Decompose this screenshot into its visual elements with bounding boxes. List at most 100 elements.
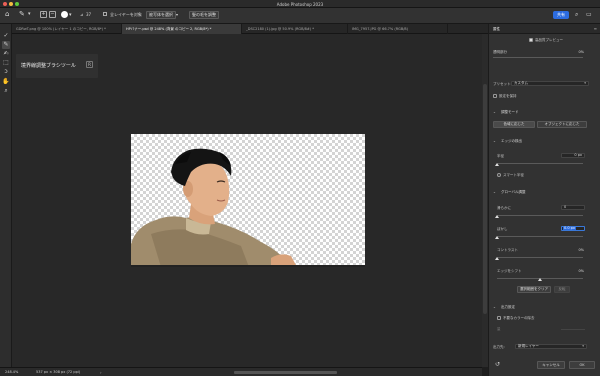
decontaminate-checkbox[interactable] (497, 316, 501, 320)
smooth-slider-knob[interactable] (495, 215, 499, 218)
radius-field[interactable]: 0 px (561, 153, 585, 158)
mode-section-chevron-icon[interactable]: ⌄ (493, 110, 496, 114)
edge-section-header: エッジの検出 (501, 139, 522, 143)
brush-size-chevron-icon[interactable]: ▾ (69, 12, 72, 18)
opacity-label: 透明部分 (493, 50, 507, 54)
panel-tab-properties[interactable]: 属性 (493, 27, 500, 32)
feather-slider-knob[interactable] (495, 236, 499, 239)
object-selection-icon[interactable]: ⬚ (2, 59, 10, 67)
preset-value: カスタム (514, 81, 528, 85)
select-subject-chevron-icon[interactable]: ▾ (176, 12, 178, 17)
amount-slider[interactable] (561, 329, 585, 330)
contrast-slider-knob[interactable] (495, 257, 499, 260)
options-bar: ⌂ ✎ ▾ + − ▾ ⊿ 37 全レイヤーを対象 被写体を選択 ▾ 髪の毛を調… (0, 8, 600, 24)
workspace-icon[interactable]: ▭ (586, 11, 592, 18)
shift-edge-label: エッジをシフト (497, 269, 522, 273)
invert-button[interactable]: 反転 (554, 286, 570, 293)
feather-label: ぼかし (497, 227, 508, 231)
panel-menu-icon[interactable]: ≡ (594, 26, 597, 31)
document-size: 537 px × 308 px (72 ppi) (36, 370, 81, 374)
feather-slider[interactable] (497, 236, 583, 237)
brush-preview-icon[interactable] (61, 11, 68, 18)
brush-size-value[interactable]: 37 (86, 12, 91, 17)
contrast-value[interactable]: 0% (578, 248, 584, 252)
shift-edge-slider-knob[interactable] (538, 278, 542, 281)
clear-selection-button[interactable]: 選択範囲をクリア (517, 286, 551, 293)
status-chevron-icon[interactable]: › (100, 371, 106, 375)
smooth-value: 0 (564, 205, 567, 209)
opacity-slider[interactable] (493, 57, 583, 58)
preset-label: プリセット: (493, 82, 512, 86)
tab-document-3[interactable]: _DSC2180 (1).jpg @ 50.9% (RGB/8#) * (242, 24, 348, 34)
vertical-scroll-thumb[interactable] (483, 84, 487, 314)
sample-all-layers-checkbox[interactable] (103, 12, 107, 16)
chevron-down-icon: ▾ (584, 81, 586, 85)
global-section-header: グローバル調整 (501, 190, 526, 194)
hand-icon[interactable]: ✋ (2, 78, 10, 86)
select-subject-button[interactable]: 被写体を選択 (146, 11, 176, 19)
document-canvas[interactable] (131, 134, 365, 267)
brush-icon[interactable]: ✍ (2, 50, 10, 58)
smart-radius-checkbox[interactable] (497, 173, 501, 177)
smooth-label: 滑らかに (497, 206, 511, 210)
radius-slider[interactable] (497, 163, 583, 164)
zoom-level[interactable]: 248.4% (5, 370, 18, 374)
feather-field[interactable]: 0.0 px (561, 226, 585, 231)
mode-color-button[interactable]: 色域に応じた (493, 121, 535, 128)
contrast-label: コントラスト (497, 248, 518, 252)
global-section-chevron-icon[interactable]: ⌄ (493, 190, 496, 194)
chevron-down-icon[interactable]: ▾ (28, 11, 31, 17)
cancel-button[interactable]: キャンセル (537, 361, 565, 369)
tool-tip-shortcut: R (86, 61, 93, 68)
output-section-header: 出力設定 (501, 305, 515, 309)
hq-preview-checkbox[interactable] (529, 38, 533, 42)
output-section-chevron-icon[interactable]: ⌄ (493, 305, 496, 309)
add-to-selection-icon[interactable]: + (40, 11, 47, 18)
shift-edge-value[interactable]: 0% (578, 269, 584, 273)
preset-dropdown[interactable]: カスタム ▾ (511, 81, 589, 86)
tool-tip-popup: 境界線調整ブラシツール R (16, 54, 98, 78)
lasso-icon[interactable]: ↄ (2, 68, 10, 76)
tab-document-1[interactable]: GDRwT.png @ 100% (レイヤー 1 のコピー, RGB/8*) * (12, 24, 122, 34)
ok-button[interactable]: OK (569, 361, 595, 369)
reset-icon[interactable]: ↺ (495, 361, 500, 368)
tab-document-4[interactable]: IMG_7957.JPG @ 66.7% (RGB/8) (348, 24, 448, 34)
properties-panel: 属性 ≡ 高品質プレビュー 透明部分 0% プリセット: カスタム ▾ 設定を保… (488, 24, 600, 376)
horizontal-scroll-thumb[interactable] (234, 371, 337, 374)
zoom-icon[interactable]: ⌕ (2, 87, 10, 95)
output-to-label: 出力先: (493, 345, 505, 349)
refine-hair-button[interactable]: 髪の毛を調整 (189, 11, 219, 19)
radius-slider-knob[interactable] (495, 163, 499, 166)
chevron-down-icon: ▾ (582, 344, 584, 348)
mode-object-button[interactable]: オブジェクトに応じた (537, 121, 587, 128)
brush-tool-icon[interactable]: ✎ (19, 10, 25, 18)
subtract-from-selection-icon[interactable]: − (49, 11, 56, 18)
refine-edge-brush-icon[interactable]: ✎ (2, 41, 10, 49)
radius-value: 0 px (574, 153, 582, 157)
search-icon[interactable]: ⌕ (575, 11, 578, 19)
contrast-slider[interactable] (497, 257, 583, 258)
opacity-value[interactable]: 0% (578, 50, 584, 54)
tools-panel: ✓ ✎ ✍ ⬚ ↄ ✋ ⌕ (0, 24, 12, 368)
share-button[interactable]: 共有 (553, 11, 569, 19)
title-bar: Adobe Photoshop 2023 (0, 0, 600, 8)
radius-label: 半径 (497, 154, 504, 158)
hq-preview-label: 高品質プレビュー (535, 38, 563, 42)
home-icon[interactable]: ⌂ (5, 10, 9, 18)
smooth-slider[interactable] (497, 215, 583, 216)
decontaminate-label: 不要なカラーの除去 (503, 316, 535, 320)
smooth-field[interactable]: 0 (561, 205, 585, 210)
quick-selection-icon[interactable]: ✓ (2, 32, 10, 40)
smart-radius-label: スマート半径 (503, 173, 524, 177)
status-bar: 248.4% 537 px × 308 px (72 ppi) › (0, 367, 482, 376)
sample-all-layers-label: 全レイヤーを対象 (110, 12, 142, 17)
output-to-dropdown[interactable]: 新規レイヤー ▾ (515, 344, 587, 349)
edge-section-chevron-icon[interactable]: ⌄ (493, 139, 496, 143)
panel-header: 属性 ≡ (489, 24, 600, 34)
document-tabs: GDRwT.png @ 100% (レイヤー 1 のコピー, RGB/8*) *… (12, 24, 490, 34)
mode-section-header: 調整モード (501, 110, 519, 114)
remember-settings-label: 設定を保持 (499, 94, 517, 98)
remember-settings-checkbox[interactable] (493, 94, 497, 98)
feather-value: 0.0 px (563, 226, 576, 230)
tab-document-2[interactable]: HPバナー.psd @ 248% (背景 のコピー 2, RGB/8*) * (122, 24, 242, 34)
